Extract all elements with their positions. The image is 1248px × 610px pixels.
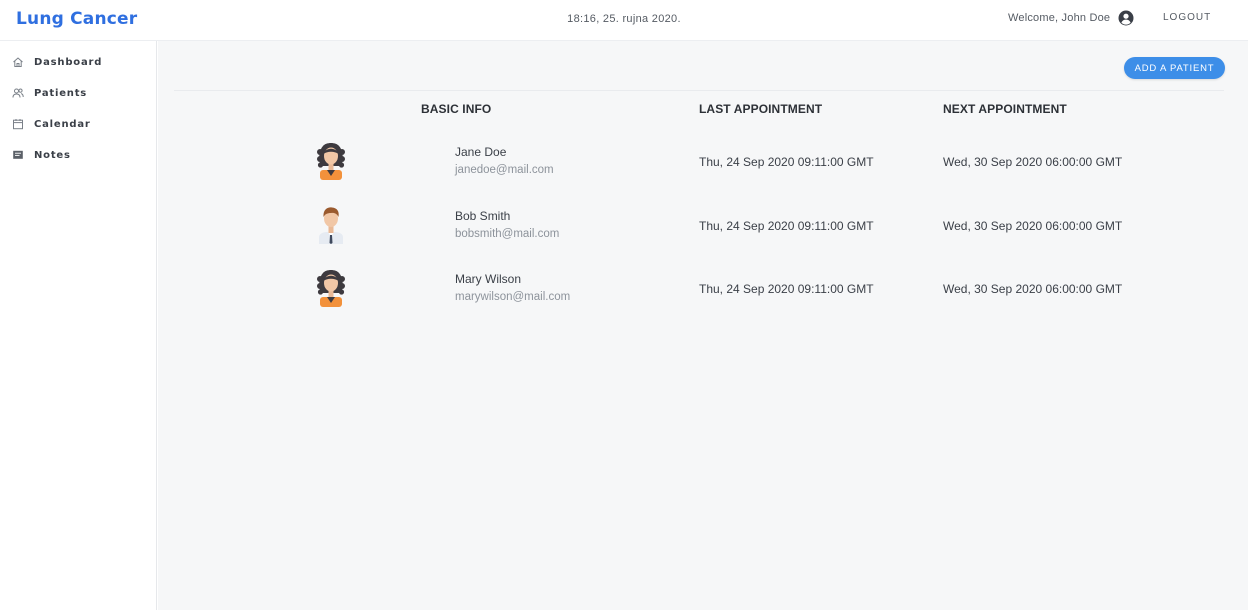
logout-button[interactable]: LOGOUT bbox=[1163, 12, 1211, 23]
table-row[interactable]: Jane Doe janedoe@mail.com Thu, 24 Sep 20… bbox=[158, 140, 1248, 200]
sidebar-item-notes[interactable]: Notes bbox=[12, 147, 152, 163]
sidebar-item-calendar[interactable]: Calendar bbox=[12, 116, 152, 132]
patient-name: Bob Smith bbox=[455, 209, 511, 223]
table-row[interactable]: Mary Wilson marywilson@mail.com Thu, 24 … bbox=[158, 267, 1248, 327]
patient-email: janedoe@mail.com bbox=[455, 164, 554, 176]
last-appointment: Thu, 24 Sep 2020 09:11:00 GMT bbox=[699, 282, 874, 296]
top-bar: Lung Cancer 18:16, 25. rujna 2020. Welco… bbox=[0, 0, 1248, 41]
table-row[interactable]: Bob Smith bobsmith@mail.com Thu, 24 Sep … bbox=[158, 204, 1248, 264]
last-appointment: Thu, 24 Sep 2020 09:11:00 GMT bbox=[699, 219, 874, 233]
divider bbox=[174, 90, 1224, 91]
sidebar-item-patients[interactable]: Patients bbox=[12, 85, 152, 101]
sidebar: Dashboard Patients Calendar Notes bbox=[0, 41, 157, 610]
column-header-next-appointment: NEXT APPOINTMENT bbox=[943, 102, 1067, 116]
sidebar-item-dashboard[interactable]: Dashboard bbox=[12, 54, 152, 70]
female-avatar-icon bbox=[317, 270, 345, 307]
sidebar-item-label: Patients bbox=[34, 87, 88, 99]
next-appointment: Wed, 30 Sep 2020 06:00:00 GMT bbox=[943, 282, 1123, 296]
patient-email: marywilson@mail.com bbox=[455, 291, 571, 303]
patient-email: bobsmith@mail.com bbox=[455, 228, 560, 240]
next-appointment: Wed, 30 Sep 2020 06:00:00 GMT bbox=[943, 219, 1123, 233]
female-avatar-icon bbox=[317, 143, 345, 180]
column-header-basic-info: BASIC INFO bbox=[421, 102, 492, 116]
sidebar-item-label: Notes bbox=[34, 149, 71, 161]
next-appointment: Wed, 30 Sep 2020 06:00:00 GMT bbox=[943, 155, 1123, 169]
main-content: ADD A PATIENT BASIC INFO LAST APPOINTMEN… bbox=[158, 41, 1248, 610]
calendar-icon bbox=[13, 119, 23, 130]
sidebar-item-label: Dashboard bbox=[34, 56, 103, 68]
user-circle-icon[interactable] bbox=[1118, 10, 1134, 26]
users-icon bbox=[12, 88, 24, 98]
home-icon bbox=[13, 57, 23, 67]
last-appointment: Thu, 24 Sep 2020 09:11:00 GMT bbox=[699, 155, 874, 169]
welcome-message: Welcome, John Doe bbox=[1008, 12, 1111, 24]
sidebar-item-label: Calendar bbox=[34, 118, 91, 130]
patient-name: Mary Wilson bbox=[455, 272, 522, 286]
add-patient-button[interactable]: ADD A PATIENT bbox=[1124, 57, 1225, 79]
column-header-last-appointment: LAST APPOINTMENT bbox=[699, 102, 823, 116]
male-avatar-icon bbox=[319, 207, 343, 244]
patient-name: Jane Doe bbox=[455, 145, 507, 159]
notes-icon bbox=[13, 150, 23, 159]
